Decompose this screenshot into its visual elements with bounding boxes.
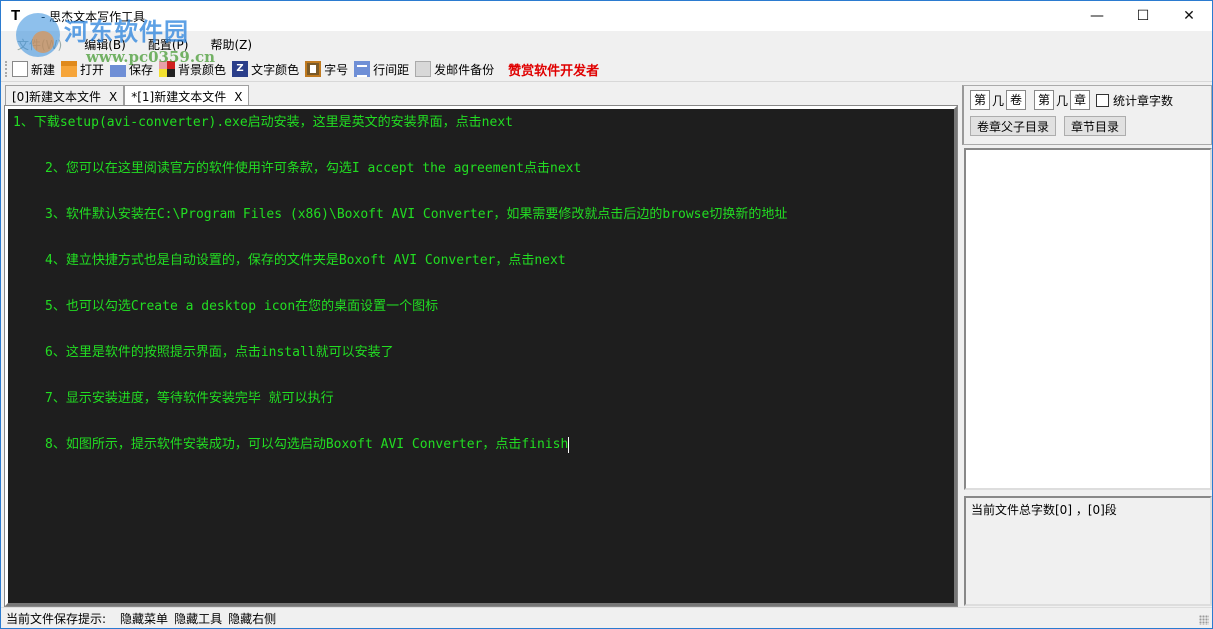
line-spacing-icon: [354, 61, 371, 77]
editor-line-text: 8、如图所示，提示软件安装成功，可以勾选启动Boxoft AVI Convert…: [45, 437, 569, 452]
tab-document-0[interactable]: [0]新建文本文件 X: [5, 85, 125, 107]
resize-grip[interactable]: [1199, 615, 1209, 625]
mail-icon: [415, 61, 432, 77]
font-size-icon: [305, 61, 322, 77]
maximize-button[interactable]: ☐: [1120, 1, 1166, 31]
sponsor-link[interactable]: 赞赏软件开发者: [508, 60, 599, 79]
minimize-button[interactable]: —: [1074, 1, 1120, 31]
menu-file[interactable]: 文件(W): [17, 36, 62, 53]
chapter-controls-panel: 第 几 卷 第 几 章 统计章字数 卷章父子目录 章节目录: [962, 85, 1212, 145]
editor-line: 1、下载setup(avi-converter).exe启动安装，这里是英文的安…: [13, 115, 513, 130]
font-size-button[interactable]: 字号: [305, 61, 348, 78]
menu-config[interactable]: 配置(P): [148, 36, 189, 53]
app-icon: T: [11, 7, 21, 24]
window-controls: — ☐ ✕: [1074, 1, 1212, 31]
save-button[interactable]: 保存: [110, 61, 153, 78]
toc-list[interactable]: [964, 148, 1212, 490]
volume-suffix-input[interactable]: 卷: [1006, 90, 1027, 110]
volume-prefix-input[interactable]: 第: [970, 90, 990, 110]
text-caret: [568, 436, 570, 453]
count-chapter-words-checkbox[interactable]: 统计章字数: [1096, 92, 1173, 109]
line-spacing-button[interactable]: 行间距: [354, 61, 409, 78]
font-size-label: 字号: [324, 62, 349, 77]
editor-line: 2、您可以在这里阅读官方的软件使用许可条款，勾选I accept the agr…: [45, 161, 582, 176]
background-color-button[interactable]: 背景颜色: [159, 61, 226, 78]
email-backup-label: 发邮件备份: [434, 62, 495, 77]
toc-buttons: 卷章父子目录 章节目录: [970, 116, 1134, 136]
background-color-label: 背景颜色: [178, 62, 227, 77]
volume-chapter-toc-button[interactable]: 卷章父子目录: [970, 116, 1057, 136]
save-hint-label: 当前文件保存提示:: [6, 611, 107, 626]
save-icon: [110, 61, 127, 77]
line-spacing-label: 行间距: [373, 62, 410, 77]
title-bar: T - 思杰文本写作工具 — ☐ ✕: [1, 1, 1212, 31]
hide-right-link[interactable]: 隐藏右侧: [228, 610, 276, 627]
email-backup-button[interactable]: 发邮件备份: [415, 61, 494, 78]
volume-sep-label: 几: [992, 93, 1005, 108]
font-color-button[interactable]: Z 文字颜色: [232, 61, 299, 78]
chapter-prefix-input[interactable]: 第: [1034, 90, 1055, 110]
file-stats-text: 当前文件总字数[0] ，[0]段: [971, 503, 1117, 517]
chapter-pattern-row: 第 几 卷 第 几 章 统计章字数: [970, 90, 1173, 110]
document-tabs: [0]新建文本文件 X *[1]新建文本文件 X: [5, 85, 250, 107]
close-button[interactable]: ✕: [1166, 1, 1212, 31]
editor-line: 7、显示安装进度，等待软件安装完毕 就可以执行: [45, 391, 334, 406]
file-stats-box: 当前文件总字数[0] ，[0]段: [964, 496, 1212, 606]
open-folder-icon: [61, 61, 78, 77]
menu-help[interactable]: 帮助(Z): [210, 36, 252, 53]
tab-close-icon[interactable]: X: [109, 90, 117, 104]
save-label: 保存: [129, 62, 154, 77]
open-button[interactable]: 打开: [61, 61, 104, 78]
tab-close-icon[interactable]: X: [234, 90, 242, 104]
minimize-icon: —: [1090, 8, 1104, 24]
font-color-icon: Z: [232, 61, 249, 77]
hide-tools-link[interactable]: 隐藏工具: [174, 610, 222, 627]
checkbox-box[interactable]: [1096, 93, 1110, 107]
open-label: 打开: [80, 62, 105, 77]
maximize-icon: ☐: [1136, 8, 1150, 24]
tab-document-1[interactable]: *[1]新建文本文件 X: [124, 85, 250, 107]
text-editor[interactable]: 1、下载setup(avi-converter).exe启动安装，这里是英文的安…: [4, 105, 958, 607]
count-chapter-words-label: 统计章字数: [1113, 93, 1174, 108]
tab-label: [0]新建文本文件: [12, 90, 101, 104]
font-color-label: 文字颜色: [251, 62, 300, 77]
editor-line: 3、软件默认安装在C:\Program Files (x86)\Boxoft A…: [45, 207, 788, 222]
editor-line: 5、也可以勾选Create a desktop icon在您的桌面设置一个图标: [45, 299, 439, 314]
toolbar-grip[interactable]: [5, 61, 8, 77]
chapter-suffix-input[interactable]: 章: [1070, 90, 1091, 110]
hide-menu-link[interactable]: 隐藏菜单: [120, 610, 168, 627]
chapter-sep-label: 几: [1056, 93, 1069, 108]
menu-edit[interactable]: 编辑(B): [84, 36, 126, 53]
new-button[interactable]: 新建: [12, 61, 55, 78]
new-file-icon: [12, 61, 28, 77]
editor-line-last: 8、如图所示，提示软件安装成功，可以勾选启动Boxoft AVI Convert…: [13, 436, 949, 482]
chapter-toc-button[interactable]: 章节目录: [1064, 116, 1127, 136]
close-icon: ✕: [1183, 8, 1195, 24]
editor-line: 4、建立快捷方式也是自动设置的，保存的文件夹是Boxoft AVI Conver…: [45, 253, 566, 268]
new-label: 新建: [31, 62, 56, 77]
window-title: - 思杰文本写作工具: [41, 9, 146, 24]
tab-label: *[1]新建文本文件: [131, 90, 227, 104]
editor-line: 6、这里是软件的按照提示界面，点击install就可以安装了: [45, 345, 394, 360]
menu-bar: 文件(W) 编辑(B) 配置(P) 帮助(Z): [1, 33, 1212, 55]
status-bar: 当前文件保存提示: 隐藏菜单 隐藏工具 隐藏右侧: [1, 607, 1212, 628]
toolbar: 新建 打开 保存 背景颜色 Z 文字颜色 字号 行间距 发邮件备份 赞赏软件开发…: [1, 57, 1212, 82]
color-palette-icon: [159, 61, 176, 77]
